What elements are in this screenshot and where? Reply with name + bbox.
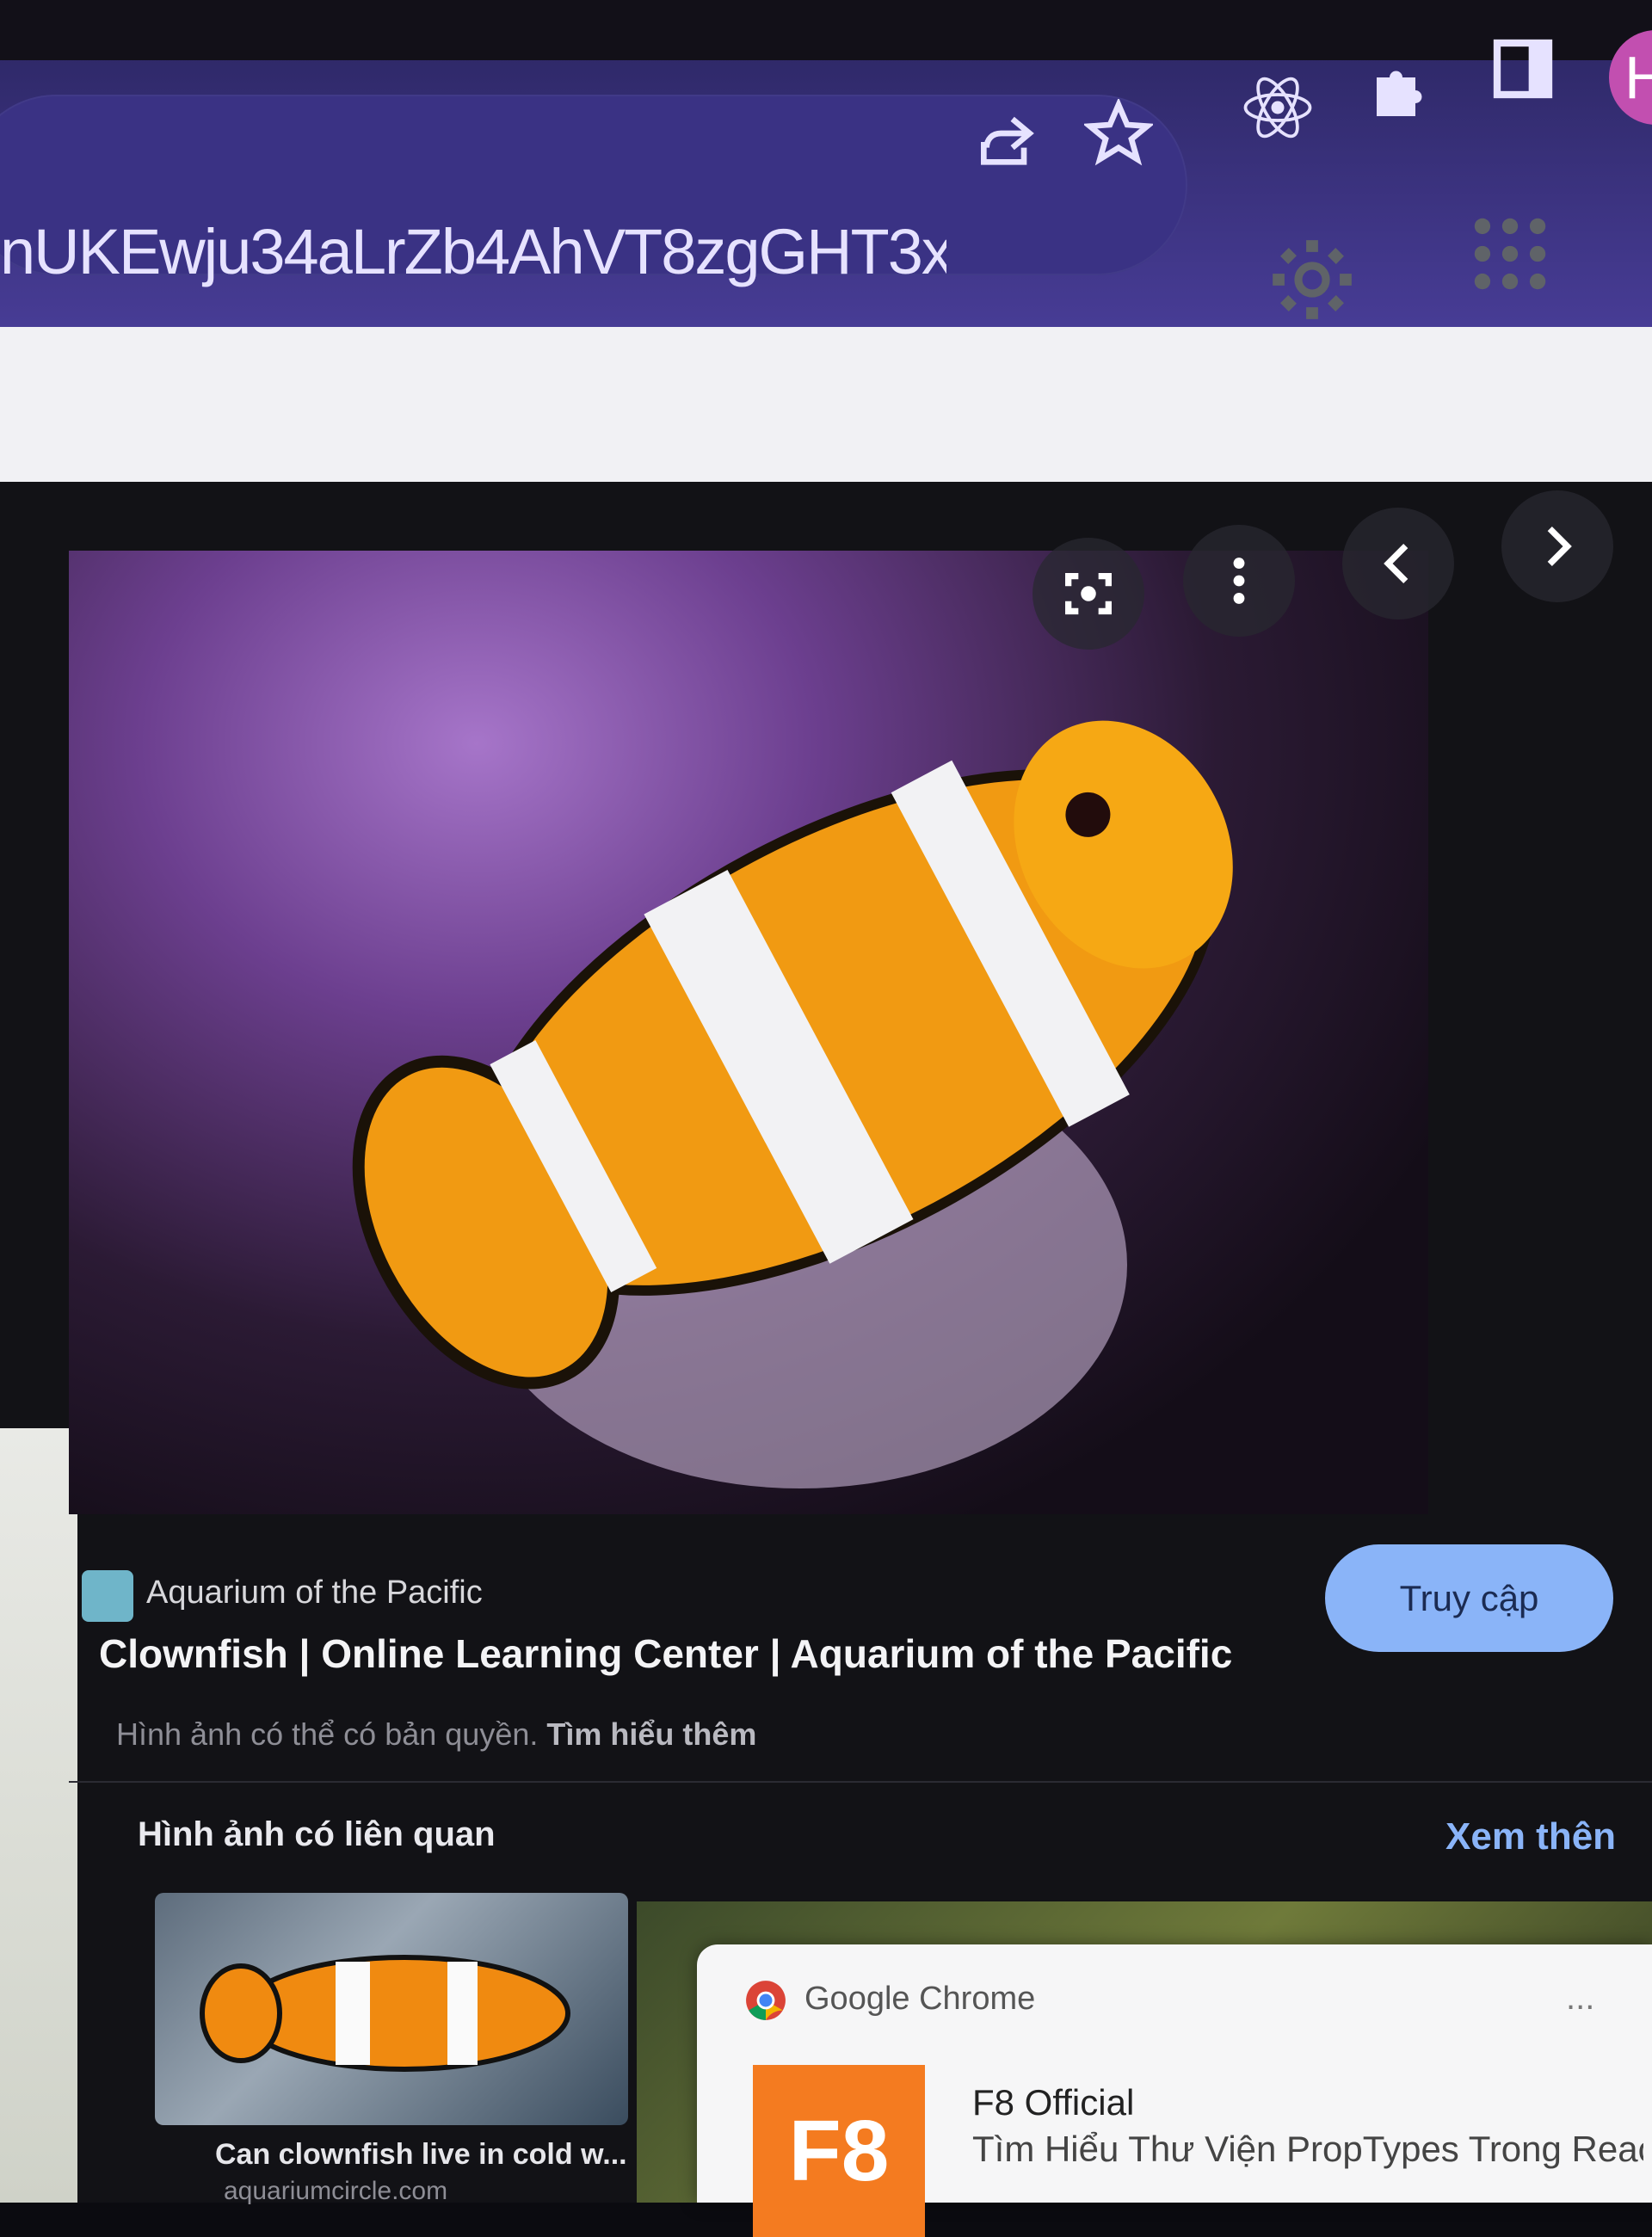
source-favicon-icon	[82, 1570, 133, 1622]
gear-icon[interactable]	[1265, 232, 1359, 327]
side-panel-icon[interactable]	[1489, 34, 1557, 103]
clownfish-image	[352, 720, 1233, 1488]
apps-grid-icon[interactable]	[1463, 206, 1557, 301]
chrome-icon	[746, 1981, 786, 2020]
related-caption[interactable]: Can clownfish live in cold w...	[215, 2138, 627, 2172]
react-devtools-icon[interactable]	[1239, 69, 1316, 146]
vertical-dots-icon	[1233, 558, 1245, 604]
star-icon[interactable]	[1084, 99, 1153, 168]
related-clownfish-image	[200, 1955, 570, 2072]
f8-logo: F8	[753, 2065, 925, 2237]
share-icon[interactable]	[972, 108, 1041, 176]
preview-image[interactable]	[69, 551, 1428, 1514]
lens-search-button[interactable]	[1032, 538, 1144, 650]
visit-button[interactable]: Truy cập	[1325, 1544, 1613, 1652]
copyright-text: Hình ảnh có thể có bản quyền.	[116, 1716, 539, 1752]
next-button[interactable]	[1501, 490, 1613, 602]
source-name[interactable]: Aquarium of the Pacific	[146, 1575, 483, 1612]
related-images-heading: Hình ảnh có liên quan	[138, 1815, 496, 1853]
chevron-right-icon	[1547, 527, 1572, 566]
related-domain: aquariumcircle.com	[224, 2177, 448, 2205]
chevron-left-icon	[1384, 544, 1409, 583]
result-title[interactable]: Clownfish | Online Learning Center | Aqu…	[99, 1630, 1286, 1677]
results-background	[0, 1428, 77, 2203]
notification-more-button[interactable]: ...	[1566, 1979, 1594, 2018]
previous-button[interactable]	[1342, 508, 1454, 619]
notification-title: F8 Official	[972, 2082, 1135, 2123]
copyright-notice: Hình ảnh có thể có bản quyền. Tìm hiểu t…	[116, 1716, 756, 1753]
learn-more-link[interactable]: Tìm hiểu thêm	[546, 1716, 756, 1752]
notification-app-name: Google Chrome	[804, 1981, 1036, 2017]
notification-body: Tìm Hiểu Thư Viện PropTypes Trong React	[972, 2129, 1643, 2169]
related-image-thumb[interactable]	[155, 1893, 628, 2125]
google-lens-icon	[1065, 572, 1112, 615]
chrome-notification[interactable]: Google Chrome ... F8 F8 Official Tìm Hiể…	[697, 1944, 1652, 2237]
section-divider	[69, 1781, 1652, 1783]
see-more-link[interactable]: Xem thên	[1446, 1815, 1616, 1858]
more-options-button[interactable]	[1183, 525, 1295, 637]
url-text[interactable]: nUKEwju34aLrZb4AhVT8zgGHT3xArAQ_AUo...	[0, 215, 946, 318]
extensions-icon[interactable]	[1364, 52, 1441, 129]
